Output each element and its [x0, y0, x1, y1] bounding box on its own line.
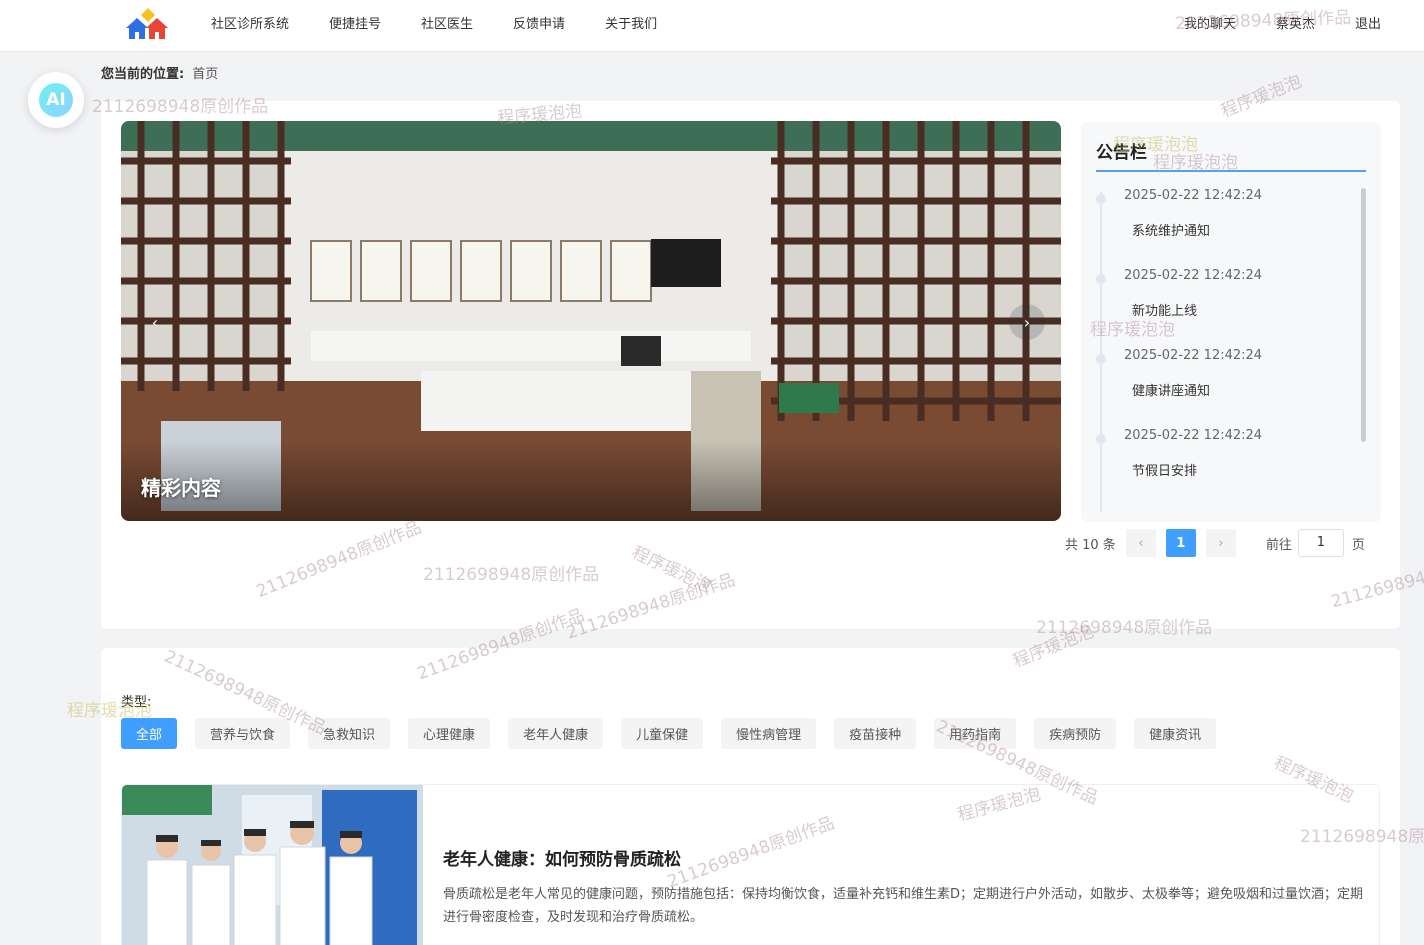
timeline-line — [1100, 192, 1102, 512]
pagination: 共 10 条 ‹ 1 › 前往 1 页 — [1065, 528, 1365, 558]
carousel-next-button[interactable]: › — [1009, 304, 1045, 340]
type-tag-health-news[interactable]: 健康资讯 — [1134, 718, 1217, 749]
timeline-dot-icon — [1096, 434, 1106, 444]
type-tag-medication-guide[interactable]: 用药指南 — [934, 718, 1017, 749]
nav-item-clinic-system[interactable]: 社区诊所系统 — [211, 13, 289, 32]
pager-goto-suffix: 页 — [1351, 537, 1365, 553]
notice-scrollbar[interactable] — [1361, 188, 1366, 442]
clinic-interior-image — [121, 121, 1061, 521]
type-tag-nutrition[interactable]: 营养与饮食 — [195, 718, 291, 749]
nav-item-doctors[interactable]: 社区医生 — [421, 13, 473, 32]
notice-board: 公告栏 2025-02-22 12:42:24 系统维护通知 2025-02-2… — [1081, 122, 1381, 522]
type-tag-first-aid[interactable]: 急救知识 — [308, 718, 391, 749]
carousel-prev-button[interactable]: ‹ — [137, 304, 173, 340]
type-filter-tags: 全部 营养与饮食 急救知识 心理健康 老年人健康 儿童保健 慢性病管理 疫苗接种… — [121, 718, 1217, 749]
carousel[interactable]: 精彩内容 ‹ › — [121, 121, 1061, 521]
notice-title: 公告栏 — [1096, 143, 1147, 163]
username[interactable]: 蔡英杰 — [1276, 13, 1315, 32]
pager-goto-label: 前往 — [1265, 537, 1292, 553]
type-tag-elderly-health[interactable]: 老年人健康 — [508, 718, 604, 749]
pager-next-button[interactable]: › — [1205, 529, 1236, 557]
article-description: 骨质疏松是老年人常见的健康问题，预防措施包括：保持均衡饮食，适量补充钙和维生素D… — [443, 887, 1364, 925]
top-navbar: 社区诊所系统 便捷挂号 社区医生 反馈申请 关于我们 我的聊天 蔡英杰 退出 — [0, 0, 1424, 52]
nav-item-about[interactable]: 关于我们 — [605, 13, 657, 32]
carousel-caption: 精彩内容 — [141, 476, 221, 500]
pager-total: 共 10 条 — [1065, 537, 1116, 553]
notice-title-underline — [1096, 170, 1366, 172]
breadcrumb-current[interactable]: 首页 — [192, 67, 218, 82]
notice-timeline[interactable]: 2025-02-22 12:42:24 系统维护通知 2025-02-22 12… — [1096, 182, 1366, 512]
pager-goto-input[interactable]: 1 — [1297, 529, 1344, 557]
timeline-dot-icon — [1096, 274, 1106, 284]
notice-time: 2025-02-22 12:42:24 — [1124, 268, 1263, 283]
notice-text[interactable]: 健康讲座通知 — [1132, 380, 1210, 399]
type-tag-chronic-disease[interactable]: 慢性病管理 — [721, 718, 817, 749]
notice-time: 2025-02-22 12:42:24 — [1124, 188, 1263, 203]
main-nav: 社区诊所系统 便捷挂号 社区医生 反馈申请 关于我们 — [211, 0, 697, 44]
my-chat-link[interactable]: 我的聊天 — [1184, 13, 1236, 32]
type-tag-disease-prevention[interactable]: 疾病预防 — [1034, 718, 1117, 749]
logout-link[interactable]: 退出 — [1355, 13, 1381, 32]
notice-time: 2025-02-22 12:42:24 — [1124, 348, 1263, 363]
user-menu: 我的聊天 蔡英杰 退出 — [1184, 0, 1381, 44]
notice-time: 2025-02-22 12:42:24 — [1124, 428, 1263, 443]
ai-assistant-button[interactable]: AI — [28, 72, 84, 128]
notice-text[interactable]: 系统维护通知 — [1132, 220, 1210, 239]
pager-prev-button[interactable]: ‹ — [1125, 529, 1156, 557]
house-logo-icon[interactable] — [124, 8, 170, 40]
notice-text[interactable]: 新功能上线 — [1132, 300, 1197, 319]
type-tag-all[interactable]: 全部 — [121, 718, 178, 749]
doctors-photo-image — [122, 785, 423, 945]
type-tag-vaccination[interactable]: 疫苗接种 — [834, 718, 917, 749]
pager-current-page[interactable]: 1 — [1165, 529, 1196, 557]
ai-icon: AI — [39, 83, 73, 117]
article-title[interactable]: 老年人健康：如何预防骨质疏松 — [443, 845, 681, 870]
timeline-dot-icon — [1096, 354, 1106, 364]
nav-item-registration[interactable]: 便捷挂号 — [329, 13, 381, 32]
breadcrumb: 您当前的位置: 首页 — [101, 63, 218, 82]
notice-text[interactable]: 节假日安排 — [1132, 460, 1197, 479]
nav-item-feedback[interactable]: 反馈申请 — [513, 13, 565, 32]
type-tag-child-care[interactable]: 儿童保健 — [621, 718, 704, 749]
timeline-dot-icon — [1096, 194, 1106, 204]
article-item[interactable]: 老年人健康：如何预防骨质疏松 骨质疏松是老年人常见的健康问题，预防措施包括：保持… — [121, 784, 1380, 945]
breadcrumb-label: 您当前的位置: — [101, 67, 185, 82]
type-tag-mental-health[interactable]: 心理健康 — [408, 718, 491, 749]
type-filter-label: 类型: — [121, 695, 152, 710]
